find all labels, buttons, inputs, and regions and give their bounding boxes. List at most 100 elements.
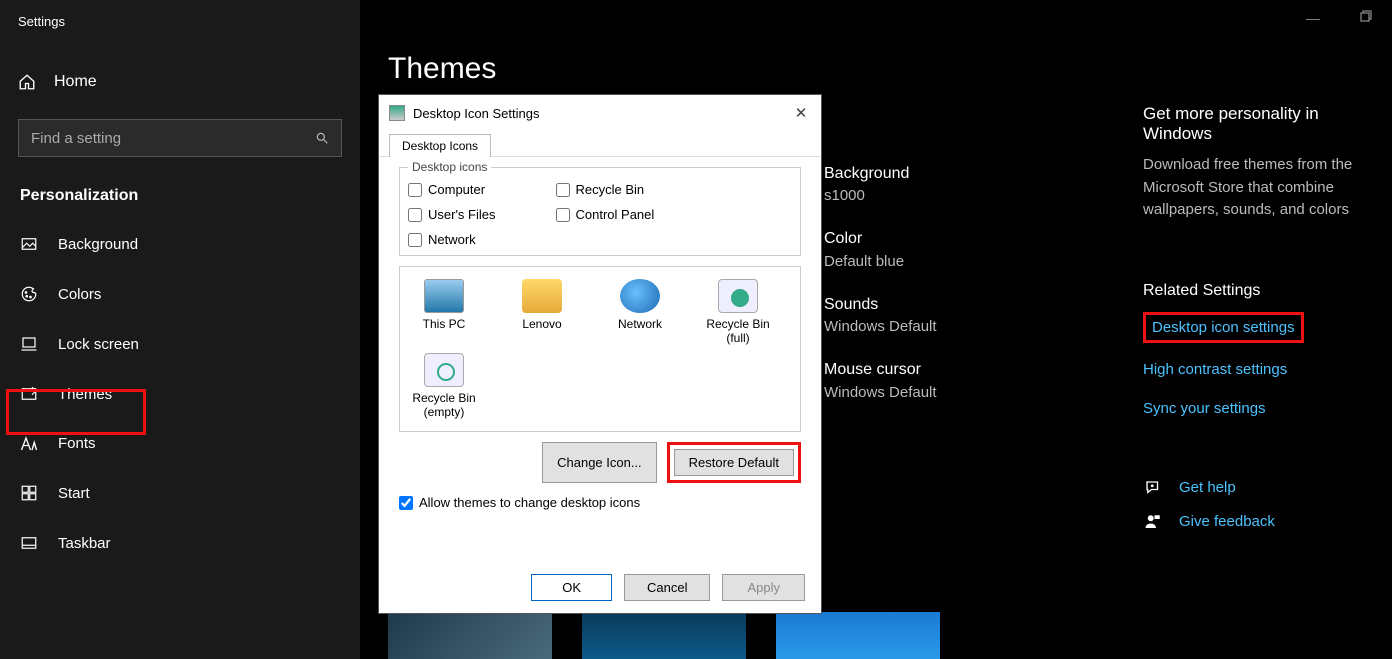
detail-label: Sounds	[824, 294, 937, 316]
nav-label: Themes	[58, 386, 112, 403]
preview-recycle-empty[interactable]: Recycle Bin (empty)	[408, 353, 480, 419]
allow-themes-checkbox[interactable]	[399, 496, 413, 510]
related-heading: Related Settings	[1143, 282, 1383, 300]
theme-thumb[interactable]	[388, 612, 552, 659]
search-input[interactable]	[31, 130, 315, 147]
feedback-row[interactable]: Give feedback	[1143, 513, 1383, 531]
check-label: Network	[428, 232, 476, 247]
check-users-files[interactable]: User's Files	[408, 207, 496, 222]
check-recycle-bin[interactable]: Recycle Bin	[556, 182, 655, 197]
nav-label: Background	[58, 236, 138, 253]
sidebar-section: Personalization	[0, 165, 360, 219]
get-help-row[interactable]: Get help	[1143, 479, 1383, 497]
nav-label: Start	[58, 485, 90, 502]
highlight-desktop-icon-link: Desktop icon settings	[1143, 312, 1304, 343]
help-icon	[1143, 479, 1163, 497]
icon-preview-box: This PC Lenovo Network Recycle Bin (full…	[399, 266, 801, 432]
link-desktop-icon-settings[interactable]: Desktop icon settings	[1152, 319, 1295, 336]
ok-button[interactable]: OK	[531, 574, 612, 601]
right-panel: Get more personality in Windows Download…	[1143, 104, 1383, 547]
more-heading: Get more personality in Windows	[1143, 104, 1383, 144]
get-help-label: Get help	[1179, 479, 1236, 496]
theme-thumb[interactable]	[776, 612, 940, 659]
home-icon	[18, 73, 36, 91]
detail-value: Windows Default	[824, 382, 937, 403]
sidebar-item-background[interactable]: Background	[0, 219, 360, 269]
preview-label: This PC	[423, 317, 466, 331]
preview-label: Network	[618, 317, 662, 331]
preview-label: Recycle Bin (empty)	[412, 391, 475, 419]
preview-network[interactable]: Network	[604, 279, 676, 345]
check-label: Recycle Bin	[576, 182, 645, 197]
taskbar-icon	[20, 534, 38, 552]
check-computer[interactable]: Computer	[408, 182, 496, 197]
link-high-contrast[interactable]: High contrast settings	[1143, 361, 1383, 378]
window-title: Settings	[0, 0, 360, 43]
check-label: Control Panel	[576, 207, 655, 222]
nav-label: Lock screen	[58, 336, 139, 353]
preview-label: Lenovo	[522, 317, 561, 331]
checkbox[interactable]	[408, 233, 422, 247]
start-icon	[20, 484, 38, 502]
sidebar-item-start[interactable]: Start	[0, 468, 360, 518]
detail-value: s1000	[824, 185, 937, 206]
change-icon-button[interactable]: Change Icon...	[542, 442, 657, 483]
settings-sidebar: Settings Home Personalization Background…	[0, 0, 360, 659]
detail-label: Background	[824, 163, 937, 185]
check-label: Computer	[428, 182, 485, 197]
theme-details: Background s1000 Color Default blue Soun…	[824, 163, 937, 425]
sidebar-item-fonts[interactable]: Fonts	[0, 419, 360, 468]
tab-desktop-icons[interactable]: Desktop Icons	[389, 134, 491, 157]
sidebar-item-colors[interactable]: Colors	[0, 269, 360, 319]
preview-recycle-full[interactable]: Recycle Bin (full)	[702, 279, 774, 345]
close-icon[interactable]: ✕	[791, 104, 811, 122]
desktop-icons-group: Desktop icons Computer User's Files Netw…	[399, 167, 801, 256]
dialog-footer: OK Cancel Apply	[531, 574, 805, 601]
restore-default-button[interactable]: Restore Default	[674, 449, 794, 476]
detail-label: Mouse cursor	[824, 359, 937, 381]
nav-label: Fonts	[58, 435, 96, 452]
feedback-label: Give feedback	[1179, 513, 1275, 530]
preview-this-pc[interactable]: This PC	[408, 279, 480, 345]
maximize-button[interactable]	[1360, 10, 1372, 26]
sidebar-item-lockscreen[interactable]: Lock screen	[0, 319, 360, 369]
sidebar-item-themes[interactable]: Themes	[0, 369, 360, 419]
preview-label: Recycle Bin (full)	[706, 317, 769, 345]
checkbox[interactable]	[556, 208, 570, 222]
search-box[interactable]	[18, 119, 342, 157]
checkbox[interactable]	[408, 183, 422, 197]
search-icon	[315, 131, 329, 145]
page-title: Themes	[360, 0, 1392, 86]
checkbox[interactable]	[408, 208, 422, 222]
check-network[interactable]: Network	[408, 232, 496, 247]
nav-label: Colors	[58, 286, 101, 303]
detail-value: Windows Default	[824, 316, 937, 337]
cancel-button[interactable]: Cancel	[624, 574, 710, 601]
more-text: Download free themes from the Microsoft …	[1143, 154, 1383, 222]
detail-label: Color	[824, 228, 937, 250]
detail-value: Default blue	[824, 251, 937, 272]
feedback-icon	[1143, 513, 1163, 531]
desktop-icon-settings-dialog: Desktop Icon Settings ✕ Desktop Icons De…	[378, 94, 822, 614]
check-control-panel[interactable]: Control Panel	[556, 207, 655, 222]
checkbox[interactable]	[556, 183, 570, 197]
fonts-icon	[20, 436, 38, 452]
allow-themes-label: Allow themes to change desktop icons	[419, 495, 640, 510]
preview-lenovo[interactable]: Lenovo	[506, 279, 578, 345]
sidebar-home[interactable]: Home	[0, 59, 360, 105]
picture-icon	[20, 235, 38, 253]
dialog-title: Desktop Icon Settings	[413, 106, 791, 121]
sidebar-item-taskbar[interactable]: Taskbar	[0, 518, 360, 568]
dialog-tabs: Desktop Icons	[379, 131, 821, 157]
highlight-restore-default: Restore Default	[667, 442, 801, 483]
theme-thumb[interactable]	[582, 612, 746, 659]
dialog-app-icon	[389, 105, 405, 121]
sidebar-home-label: Home	[54, 73, 97, 91]
link-sync-settings[interactable]: Sync your settings	[1143, 400, 1383, 417]
allow-themes-checkbox-row[interactable]: Allow themes to change desktop icons	[399, 495, 801, 510]
dialog-titlebar: Desktop Icon Settings ✕	[379, 95, 821, 131]
apply-button[interactable]: Apply	[722, 574, 805, 601]
palette-icon	[20, 285, 38, 303]
window-controls: —	[1306, 10, 1372, 26]
minimize-button[interactable]: —	[1306, 10, 1320, 26]
